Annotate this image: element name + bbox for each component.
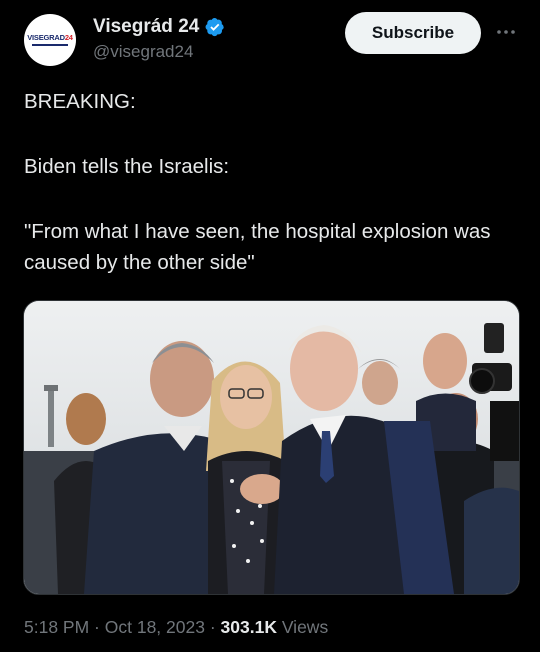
subscribe-button[interactable]: Subscribe bbox=[345, 12, 481, 54]
meta-separator: · bbox=[89, 617, 105, 637]
avatar[interactable]: VISEGRAD24 bbox=[24, 14, 76, 66]
tweet-photo[interactable] bbox=[23, 300, 520, 595]
more-options-button[interactable] bbox=[494, 22, 518, 42]
avatar-logo: VISEGRAD24 bbox=[27, 33, 73, 43]
author-name-row: Visegrád 24 bbox=[93, 16, 225, 38]
tweet-date[interactable]: Oct 18, 2023 bbox=[105, 617, 205, 637]
views-count: 303.1K bbox=[220, 617, 277, 637]
tweet-line-headline: Biden tells the Israelis: bbox=[24, 155, 230, 178]
author-handle[interactable]: @visegrad24 bbox=[93, 42, 193, 62]
tweet-time[interactable]: 5:18 PM bbox=[24, 617, 89, 637]
display-name[interactable]: Visegrád 24 bbox=[93, 16, 199, 38]
verified-badge-icon bbox=[205, 18, 225, 37]
tweet-line-quote: "From what I have seen, the hospital exp… bbox=[24, 220, 491, 274]
tweet-line-breaking: BREAKING: bbox=[24, 90, 136, 113]
photo-illustration bbox=[24, 301, 519, 594]
tweet-meta: 5:18 PM · Oct 18, 2023 · 303.1K Views bbox=[24, 617, 328, 638]
meta-separator: · bbox=[204, 617, 221, 637]
avatar-logo-bar bbox=[32, 43, 68, 46]
more-horizontal-icon bbox=[497, 30, 515, 34]
views-label: Views bbox=[276, 617, 329, 637]
tweet-text: BREAKING: Biden tells the Israelis: "Fro… bbox=[24, 86, 524, 278]
